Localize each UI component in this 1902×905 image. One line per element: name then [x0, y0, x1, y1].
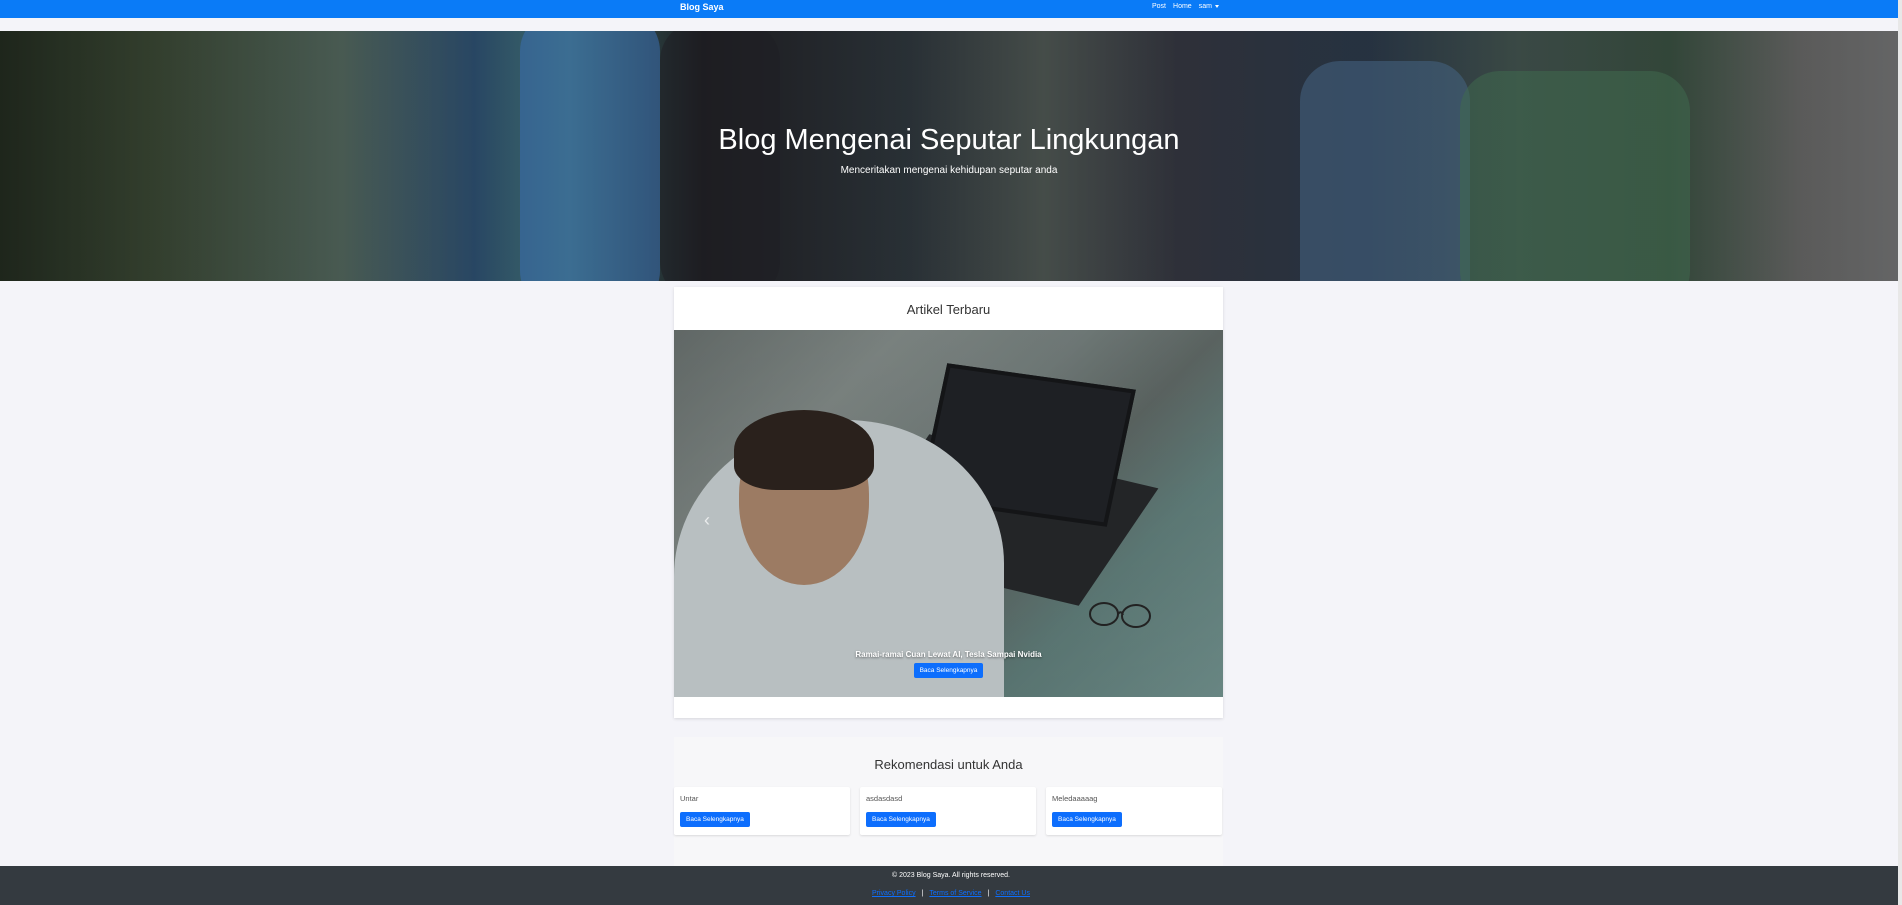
read-more-button[interactable]: Baca Selengkapnya: [1052, 812, 1122, 827]
hero-title: Blog Mengenai Seputar Lingkungan: [718, 124, 1180, 156]
caret-down-icon: [1214, 4, 1219, 8]
recommendations-heading: Rekomendasi untuk Anda: [874, 757, 1023, 772]
carousel-read-more-button[interactable]: Baca Selengkapnya: [913, 663, 984, 678]
latest-articles-section: Artikel Terbaru ‹ Ramai-ramai Cuan Lewat…: [674, 287, 1223, 718]
footer-links: Privacy Policy | Terms of Service | Contact …: [0, 890, 1902, 897]
recommendation-card: Untar Baca Selengkapnya: [674, 787, 850, 835]
carousel-caption: Ramai-ramai Cuan Lewat AI, Tesla Sampai …: [674, 650, 1223, 678]
carousel-photo-glasses: [1089, 602, 1151, 628]
carousel-photo-hair: [734, 410, 874, 490]
navbar: Blog Saya Post Home sam: [0, 0, 1902, 18]
footer-copyright: © 2023 Blog Saya. All rights reserved.: [892, 872, 1010, 879]
recommendation-card: Meledaaaaag Baca Selengkapnya: [1046, 787, 1222, 835]
carousel-slide-title: Ramai-ramai Cuan Lewat AI, Tesla Sampai …: [855, 650, 1042, 659]
nav-link-home[interactable]: Home: [1173, 3, 1192, 10]
latest-articles-heading: Artikel Terbaru: [906, 302, 991, 317]
recommendations-section: Rekomendasi untuk Anda Untar Baca Seleng…: [674, 737, 1223, 866]
carousel-prev-icon[interactable]: ‹: [704, 510, 710, 531]
recommendation-card-title: asdasdasd: [866, 794, 903, 803]
article-carousel: ‹ Ramai-ramai Cuan Lewat AI, Tesla Sampa…: [674, 330, 1223, 697]
privacy-policy-link[interactable]: Privacy Policy: [872, 890, 916, 897]
footer-separator: |: [987, 890, 990, 897]
page-scrollbar[interactable]: [1898, 0, 1902, 905]
read-more-button[interactable]: Baca Selengkapnya: [866, 812, 936, 827]
contact-us-link[interactable]: Contact Us: [995, 890, 1030, 897]
brand-link[interactable]: Blog Saya: [680, 2, 724, 12]
user-dropdown[interactable]: sam: [1199, 3, 1219, 10]
recommendation-card-title: Meledaaaaag: [1052, 794, 1098, 803]
read-more-button[interactable]: Baca Selengkapnya: [680, 812, 750, 827]
hero-banner: Blog Mengenai Seputar Lingkungan Menceri…: [0, 31, 1898, 281]
recommendation-card: asdasdasd Baca Selengkapnya: [860, 787, 1036, 835]
terms-of-service-link[interactable]: Terms of Service: [929, 890, 981, 897]
recommendation-cards: Untar Baca Selengkapnya asdasdasd Baca S…: [674, 787, 1223, 835]
footer: © 2023 Blog Saya. All rights reserved. P…: [0, 866, 1902, 905]
hero-subtitle: Menceritakan mengenai kehidupan seputar …: [840, 165, 1058, 176]
nav-link-post[interactable]: Post: [1152, 3, 1166, 10]
nav-links: Post Home sam: [1152, 3, 1219, 10]
user-name: sam: [1198, 3, 1212, 10]
recommendation-card-title: Untar: [680, 794, 699, 803]
footer-separator: |: [921, 890, 924, 897]
hero-photo-figure: [1460, 71, 1690, 281]
